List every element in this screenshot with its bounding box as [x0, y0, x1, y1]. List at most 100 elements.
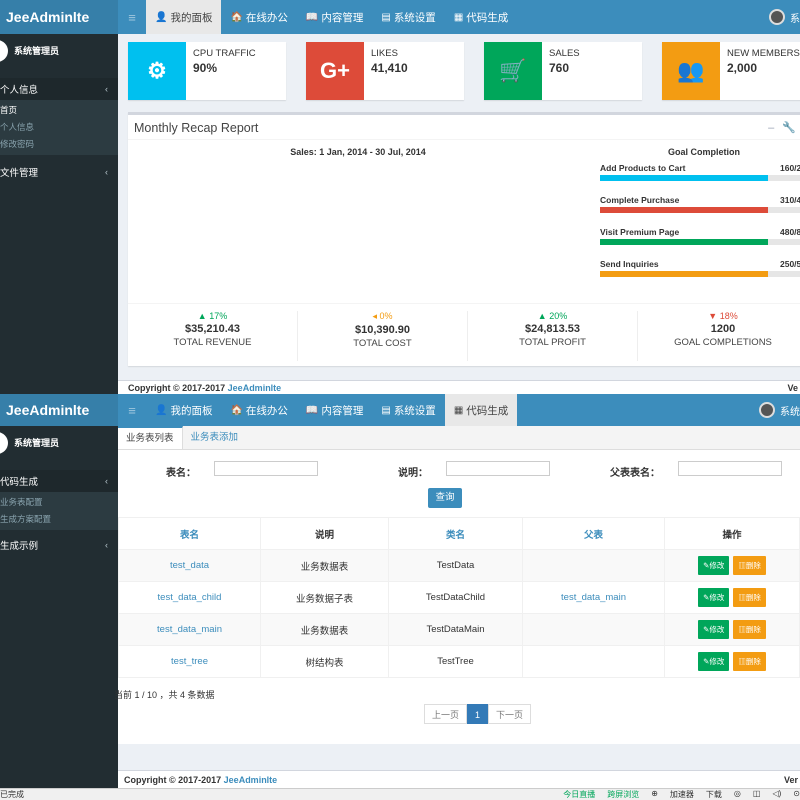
box-title: Monthly Recap Report: [134, 121, 259, 135]
edit-button[interactable]: ✎修改: [698, 556, 730, 575]
table-name-link[interactable]: test_tree: [118, 645, 261, 678]
info-box-text: CPU TRAFFIC 90%: [186, 42, 256, 100]
app-logo[interactable]: JeeAdminlte: [0, 0, 118, 34]
table-name-link[interactable]: test_data_child: [118, 581, 261, 614]
table-row: test_tree 树结构表 TestTree ✎修改 ▥删除: [118, 645, 800, 678]
edit-button[interactable]: ✎修改: [698, 620, 730, 639]
table-class-name: TestDataMain: [388, 613, 523, 646]
nav-icon: 🏠: [230, 404, 243, 416]
nav-item-4[interactable]: ▦ 代码生成: [445, 0, 517, 34]
action-buttons: ✎修改 ▥删除: [698, 620, 766, 639]
parent-table-link: [522, 549, 665, 582]
status-tool-8[interactable]: ⊙: [793, 789, 800, 800]
status-tool-3[interactable]: 加速器: [670, 789, 694, 800]
sidebar-avatar: [0, 40, 8, 62]
prev-page-button[interactable]: 上一页: [424, 704, 468, 724]
sidebar-toggle-icon[interactable]: ≡: [118, 10, 146, 25]
delete-button[interactable]: ▥删除: [733, 652, 766, 671]
nav-item-3[interactable]: ▤ 系统设置: [372, 394, 444, 426]
sidebar-submenu: 业务表配置 生成方案配置: [0, 492, 118, 530]
status-tool-6[interactable]: ◫: [753, 789, 761, 800]
app-logo[interactable]: JeeAdminlte: [0, 394, 118, 426]
footer-brand-link[interactable]: JeeAdminlte: [228, 383, 282, 393]
nav-item-0[interactable]: 👤 我的面板: [146, 394, 221, 426]
nav-label: 系统设置: [393, 404, 436, 417]
stat-amount: $35,210.43: [184, 323, 241, 335]
sidebar-subitem[interactable]: 首页: [0, 102, 118, 119]
nav-item-2[interactable]: 📖 内容管理: [297, 0, 372, 34]
parent-table-input[interactable]: [678, 461, 782, 476]
info-box-label: LIKES: [371, 48, 398, 59]
copyright-text: Copyright © 2017-2017: [124, 775, 224, 785]
user-menu[interactable]: 系: [769, 0, 800, 34]
box-tools[interactable]: –🔧: [768, 121, 800, 134]
footer-brand-link[interactable]: JeeAdminlte: [224, 775, 278, 785]
sidebar-group-examples[interactable]: 生成示例 ‹: [0, 534, 118, 556]
nav-item-2[interactable]: 📖 内容管理: [297, 394, 372, 426]
description-input[interactable]: [446, 461, 550, 476]
user-menu[interactable]: 系统: [759, 394, 800, 426]
sidebar-toggle-icon[interactable]: ≡: [118, 403, 146, 418]
column-header-parent-table[interactable]: 父表: [522, 517, 665, 550]
table-name-input[interactable]: [214, 461, 318, 476]
column-header-table-name[interactable]: 表名: [118, 517, 261, 550]
nav-item-0[interactable]: 👤 我的面板: [146, 0, 222, 34]
page-1-button[interactable]: 1: [467, 704, 489, 724]
delete-button[interactable]: ▥删除: [733, 588, 766, 607]
sidebar-subitem[interactable]: 修改密码: [0, 136, 118, 153]
sidebar-subitem[interactable]: 个人信息: [0, 119, 118, 136]
column-header-class-name[interactable]: 类名: [388, 517, 523, 550]
progress-bar-fill: [600, 271, 768, 277]
stat-pct-value: 20%: [549, 311, 568, 321]
nav-item-4[interactable]: ▦ 代码生成: [444, 394, 518, 426]
info-box-value: 41,410: [371, 61, 408, 75]
table-list: 表名 说明 类名 父表 操作 test_data 业务数据表 TestData ✎修改…: [118, 517, 800, 678]
edit-button[interactable]: ✎修改: [698, 588, 730, 607]
nav-label: 代码生成: [466, 404, 509, 417]
sidebar-group-files[interactable]: 文件管理 ‹: [0, 161, 118, 183]
status-tool-5[interactable]: ◎: [734, 789, 741, 800]
stat-pct-value: 0%: [379, 311, 393, 321]
delete-button[interactable]: ▥删除: [733, 620, 766, 639]
wrench-icon[interactable]: 🔧: [782, 122, 800, 134]
sidebar-subitem[interactable]: 生成方案配置: [0, 511, 118, 528]
tab-table-add[interactable]: 业务表添加: [183, 426, 247, 449]
table-name-link[interactable]: test_data_main: [118, 613, 261, 646]
nav-icon: 👤: [155, 404, 168, 416]
table-name-link[interactable]: test_data: [118, 549, 261, 582]
info-box-0: ⚙ CPU TRAFFIC 90%: [128, 42, 286, 100]
status-tool-4[interactable]: 下载: [706, 789, 722, 800]
status-tool-7[interactable]: ◁): [772, 789, 781, 800]
delete-button[interactable]: ▥删除: [733, 556, 766, 575]
sidebar-user-name: 系统管理员: [14, 46, 60, 56]
table-description: 业务数据表: [260, 613, 389, 646]
page-footer: Copyright © 2017-2017 JeeAdminlte Ver: [118, 770, 800, 788]
status-tool-2[interactable]: ⊕: [651, 789, 658, 800]
nav-item-3[interactable]: ▤ 系统设置: [372, 0, 444, 34]
status-tool-0[interactable]: 今日直播: [563, 789, 595, 800]
status-tool-1[interactable]: 跨屏浏览: [607, 789, 639, 800]
nav-item-1[interactable]: 🏠 在线办公: [221, 0, 296, 34]
sidebar-subitem[interactable]: 业务表配置: [0, 494, 118, 511]
sidebar-group-personal[interactable]: 个人信息 ‹: [0, 78, 118, 100]
goal-value: 160/2: [780, 163, 800, 173]
main-nav: 👤 我的面板 🏠 在线办公 📖 内容管理 ▤ 系统设置 ▦ 代码生成: [146, 394, 518, 426]
info-box-text: NEW MEMBERS 2,000: [720, 42, 800, 100]
stat-block: ▲ 20% $24,813.53 TOTAL PROFIT: [468, 311, 638, 361]
edit-button[interactable]: ✎修改: [698, 652, 730, 671]
parent-table-link[interactable]: test_data_main: [522, 581, 665, 614]
sidebar-user-name: 系统管理员: [14, 438, 60, 448]
info-box-3: 👥 NEW MEMBERS 2,000: [662, 42, 800, 100]
info-box-label: NEW MEMBERS: [727, 48, 800, 59]
nav-icon: 📖: [305, 404, 319, 416]
sidebar-group-codegen[interactable]: 代码生成 ‹: [0, 470, 118, 492]
query-button[interactable]: 查询: [428, 488, 462, 508]
stat-block: ▲ 17% $35,210.43 TOTAL REVENUE: [128, 311, 298, 361]
next-page-button[interactable]: 下一页: [488, 704, 532, 724]
version-text: Ve: [787, 383, 798, 393]
pagination-info: 当前 1 / 10 ，共 4 条数据: [114, 690, 215, 700]
collapse-icon[interactable]: –: [768, 122, 782, 134]
nav-item-1[interactable]: 🏠 在线办公: [221, 394, 296, 426]
stat-percentage: ▼ 18%: [638, 311, 800, 321]
tab-table-list[interactable]: 业务表列表: [118, 426, 183, 449]
